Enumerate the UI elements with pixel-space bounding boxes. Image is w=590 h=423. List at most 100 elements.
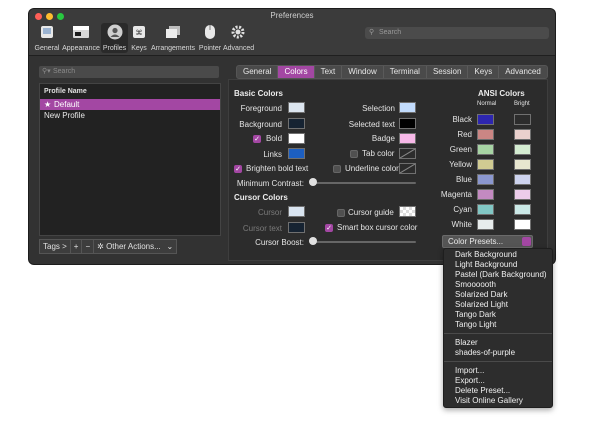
selection-label: Selection <box>362 104 395 113</box>
badge-swatch[interactable] <box>399 133 416 144</box>
ansi-green-label: Green <box>449 145 472 154</box>
ansi-yellow-bright-swatch[interactable] <box>514 159 531 170</box>
bold-swatch[interactable] <box>288 133 305 144</box>
tab-advanced[interactable]: Advanced <box>499 66 547 78</box>
ansi-blue-bright-swatch[interactable] <box>514 174 531 185</box>
ansi-green-bright-swatch[interactable] <box>514 144 531 155</box>
profile-search-input[interactable]: ⚲▾ Search <box>39 66 219 78</box>
toolbar-pointer[interactable]: Pointer <box>197 23 223 53</box>
menu-separator <box>444 361 552 362</box>
toolbar-keys[interactable]: ⌘ Keys <box>129 23 149 53</box>
brighten-bold-label: Brighten bold text <box>246 164 309 173</box>
toolbar-appearance[interactable]: Appearance <box>61 23 101 53</box>
minimum-contrast-knob[interactable] <box>309 178 317 186</box>
ansi-red-bright-swatch[interactable] <box>514 129 531 140</box>
menu-item-import[interactable]: Import... <box>455 366 484 375</box>
tab-session[interactable]: Session <box>427 66 469 78</box>
ansi-white-bright-swatch[interactable] <box>514 219 531 230</box>
brighten-bold-checkbox[interactable]: ✓ <box>234 165 242 173</box>
foreground-swatch[interactable] <box>288 102 305 113</box>
background-label: Background <box>239 120 282 129</box>
preferences-search-input[interactable]: ⚲ Search <box>365 27 549 39</box>
bright-column-label: Bright <box>514 101 530 107</box>
ansi-green-normal-swatch[interactable] <box>477 144 494 155</box>
arrangements-icon <box>149 23 197 40</box>
toolbar-arrangements[interactable]: Arrangements <box>149 23 197 53</box>
pointer-icon <box>197 23 223 40</box>
menu-item-visit-online-gallery[interactable]: Visit Online Gallery <box>455 396 523 405</box>
background-swatch[interactable] <box>288 118 305 129</box>
menu-item-light-background[interactable]: Light Background <box>455 260 517 269</box>
selected-text-swatch[interactable] <box>399 118 416 129</box>
toolbar-advanced[interactable]: Advanced <box>223 23 254 53</box>
selection-swatch[interactable] <box>399 102 416 113</box>
menu-item-blazer[interactable]: Blazer <box>455 338 478 347</box>
chevron-down-icon: ⌄ <box>166 242 174 251</box>
ansi-magenta-normal-swatch[interactable] <box>477 189 494 200</box>
toolbar-general[interactable]: General <box>33 23 61 53</box>
gear-icon: ✲ <box>97 242 104 251</box>
profile-row-new-profile[interactable]: New Profile <box>40 110 220 121</box>
profile-actions-bar: Tags > + − ✲ Other Actions... ⌄ <box>39 239 219 254</box>
color-presets-menu: Dark Background Light Background Pastel (D… <box>443 248 553 408</box>
tab-colors[interactable]: Colors <box>278 66 315 78</box>
smart-box-cursor-label: Smart box cursor color <box>337 223 418 232</box>
menu-item-export[interactable]: Export... <box>455 376 485 385</box>
profile-name-header[interactable]: Profile Name <box>44 88 87 95</box>
menu-item-smoooooth[interactable]: Smoooooth <box>455 280 496 289</box>
profile-row-default[interactable]: ★ Default <box>40 99 220 110</box>
foreground-label: Foreground <box>240 104 282 113</box>
svg-text:⌘: ⌘ <box>136 29 143 37</box>
ansi-cyan-normal-swatch[interactable] <box>477 204 494 215</box>
cursor-guide-checkbox[interactable] <box>337 209 345 217</box>
menu-item-pastel-dark-background[interactable]: Pastel (Dark Background) <box>455 270 547 279</box>
cursor-guide-swatch[interactable] <box>399 206 416 217</box>
minimum-contrast-slider[interactable] <box>312 182 416 184</box>
ansi-colors-header: ANSI Colors <box>478 89 525 98</box>
tab-terminal[interactable]: Terminal <box>384 66 427 78</box>
ansi-yellow-normal-swatch[interactable] <box>477 159 494 170</box>
menu-item-delete-preset[interactable]: Delete Preset... <box>455 386 510 395</box>
cursor-boost-slider[interactable] <box>312 241 416 243</box>
tab-window[interactable]: Window <box>342 66 384 78</box>
cursor-text-label: Cursor text <box>242 224 282 233</box>
ansi-black-normal-swatch[interactable] <box>477 114 494 125</box>
cursor-boost-knob[interactable] <box>309 237 317 245</box>
badge-label: Badge <box>371 134 395 143</box>
ansi-blue-normal-swatch[interactable] <box>477 174 494 185</box>
cursor-swatch[interactable] <box>288 206 305 217</box>
menu-item-tango-light[interactable]: Tango Light <box>455 320 496 329</box>
ansi-magenta-bright-swatch[interactable] <box>514 189 531 200</box>
tab-color-swatch[interactable] <box>399 148 416 159</box>
ansi-red-normal-swatch[interactable] <box>477 129 494 140</box>
profiles-icon <box>101 23 128 40</box>
smart-box-cursor-checkbox[interactable]: ✓ <box>325 224 333 232</box>
toolbar-profiles[interactable]: Profiles <box>101 23 128 53</box>
tab-keys[interactable]: Keys <box>468 66 500 78</box>
cursor-text-swatch[interactable] <box>288 222 305 233</box>
tab-general[interactable]: General <box>237 66 279 78</box>
menu-item-solarized-dark[interactable]: Solarized Dark <box>455 290 507 299</box>
tags-button[interactable]: Tags > <box>39 239 71 254</box>
ansi-red-label: Red <box>457 130 472 139</box>
title-bar: Preferences General Appearance Profiles … <box>29 9 555 56</box>
menu-item-tango-dark[interactable]: Tango Dark <box>455 310 496 319</box>
menu-item-shades-of-purple[interactable]: shades-of-purple <box>455 348 515 357</box>
color-presets-popup[interactable]: Color Presets... <box>442 235 533 248</box>
ansi-black-bright-swatch[interactable] <box>514 114 531 125</box>
menu-item-solarized-light[interactable]: Solarized Light <box>455 300 508 309</box>
other-actions-button[interactable]: ✲ Other Actions... ⌄ <box>93 239 178 254</box>
profile-list: Profile Name ★ Default New Profile <box>39 83 221 236</box>
ansi-white-normal-swatch[interactable] <box>477 219 494 230</box>
basic-colors-header: Basic Colors <box>234 89 283 98</box>
underline-color-label: Underline color <box>345 164 399 173</box>
bold-checkbox[interactable]: ✓ <box>253 135 261 143</box>
menu-item-dark-background[interactable]: Dark Background <box>455 250 517 259</box>
tab-text[interactable]: Text <box>315 66 343 78</box>
ansi-cyan-bright-swatch[interactable] <box>514 204 531 215</box>
links-swatch[interactable] <box>288 148 305 159</box>
underline-color-checkbox[interactable] <box>333 165 341 173</box>
tab-color-checkbox[interactable] <box>350 150 358 158</box>
ansi-yellow-label: Yellow <box>449 160 472 169</box>
underline-color-swatch[interactable] <box>399 163 416 174</box>
